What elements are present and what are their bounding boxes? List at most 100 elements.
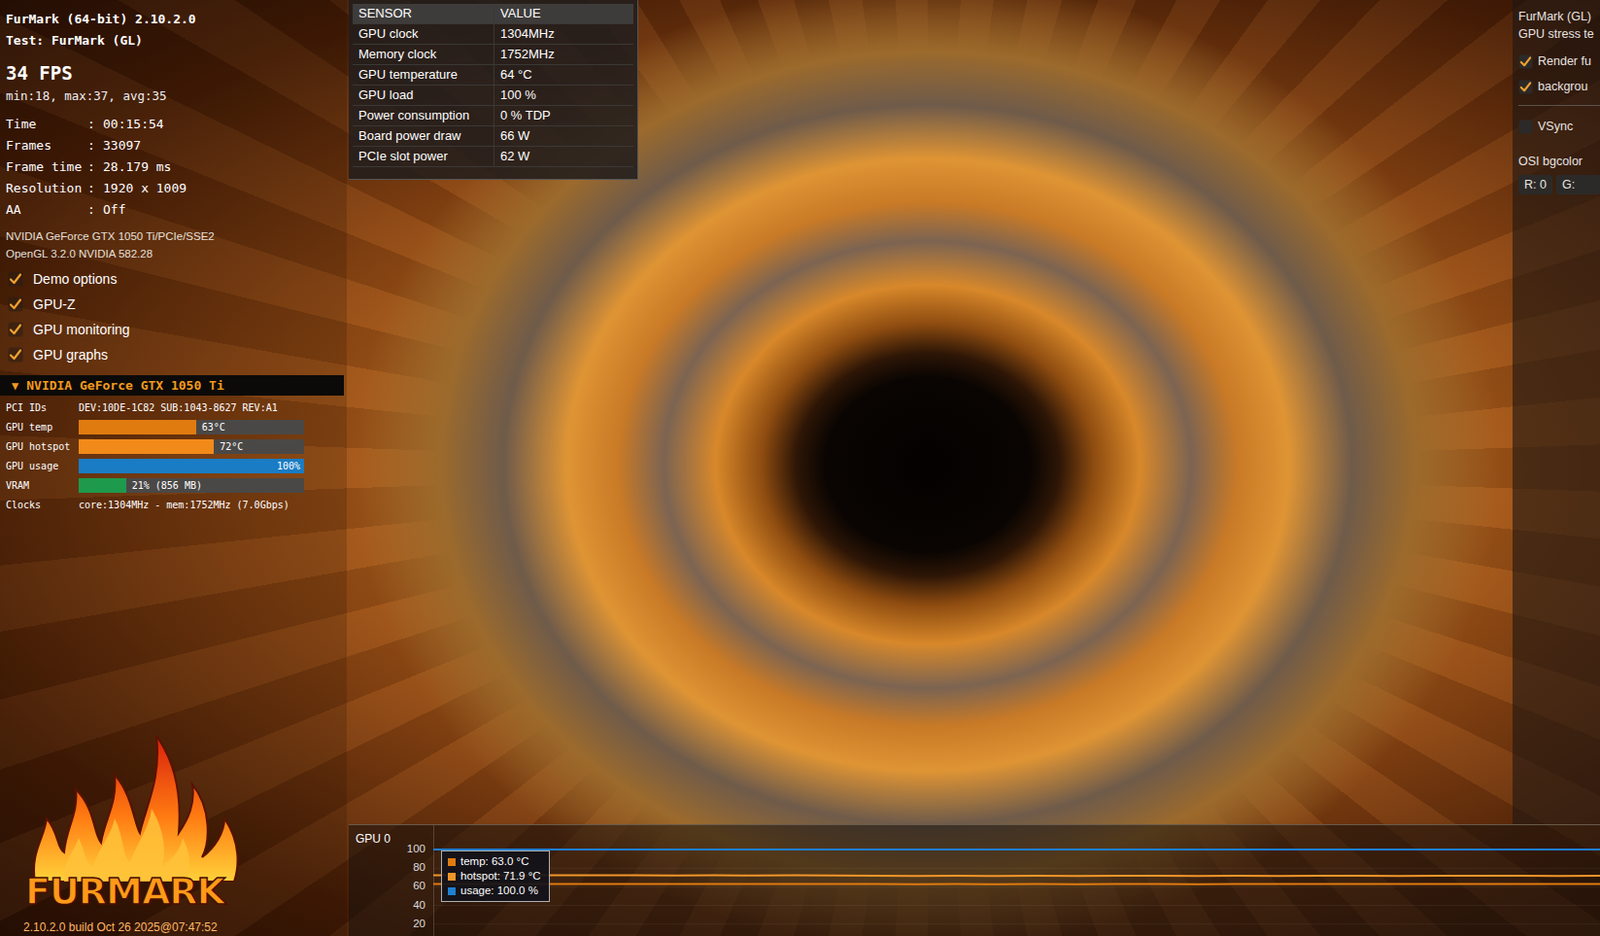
clocks-label: Clocks [5,499,79,511]
bgcolor-label: OSI bgcolor [1518,152,1600,171]
meter-label: VRAM [5,479,79,491]
column-header: VALUE [494,3,634,24]
fps-summary: min:18, max:37, avg:35 [5,86,347,106]
check-icon[interactable] [7,321,24,338]
axis-line [433,824,435,936]
meter-reading: 72°C [213,441,243,452]
tooltip-row: hotspot: 71.9 °C [447,868,542,884]
stats-list: Time:00:15:54Frames:33097Frame time:28.1… [5,113,347,221]
stat-label: Frames [5,135,88,157]
furmark-window: FurMark (64-bit) 2.10.2.0Test: FurMark (… [0,0,1600,936]
clocks-value: core:1304MHz - mem:1752MHz (7.0Gbps) [78,499,290,511]
grid-line [433,922,1600,924]
option-label: GPU-Z [33,296,76,312]
meter-label: GPU usage [5,460,79,472]
meter-track: 63°C [78,419,305,435]
panel-checkbox[interactable]: backgrou [1518,73,1600,100]
meter-reading: 63°C [196,421,226,433]
info-overlay: FurMark (64-bit) 2.10.2.0Test: FurMark (… [0,0,347,936]
stat-row: Time:00:15:54 [5,113,347,136]
gpu-panel-header[interactable]: ▼NVIDIA GeForce GTX 1050 Ti [0,374,344,396]
tooltip-row: usage: 100.0 % [447,883,542,898]
test-name: Test: FurMark (GL) [5,30,347,52]
grid-line [433,867,1600,869]
stat-value: 33097 [102,135,141,157]
series-line [433,873,1600,877]
column-header: SENSOR [352,3,495,24]
stat-value: 1920 x 1009 [102,177,187,200]
sensor-row: Power consumption0 % TDP [352,105,634,127]
option-checkbox[interactable]: GPU graphs [5,341,347,368]
check-icon[interactable] [1518,79,1533,95]
fps-counter: 34 FPS [5,59,347,87]
sensor-name: Memory clock [352,44,495,65]
panel-subtitle: GPU stress te [1518,25,1600,43]
stat-separator: : [87,156,103,178]
check-icon[interactable] [7,271,24,287]
expand-icon[interactable]: ▼ [11,378,19,393]
tooltip-text: hotspot: 71.9 °C [460,868,542,884]
sensor-row: PCIe slot power62 W [352,146,634,168]
graph-lines [433,824,1600,936]
stat-label: Time [5,113,88,136]
settings-panel: FurMark (GL)GPU stress te Render fu backgr… [1512,0,1600,824]
option-checkbox[interactable]: Demo options [5,266,347,292]
sensor-row: GPU temperature64 °C [352,65,634,86]
meter-track: 21% (856 MB) [78,477,305,493]
pci-value: DEV:10DE-1C82 SUB:1043-8627 REV:A1 [78,402,278,413]
graph-tooltip: temp: 63.0 °Chotspot: 71.9 °Cusage: 100.… [441,850,550,902]
option-label: Demo options [33,271,117,287]
check-icon[interactable] [7,346,24,363]
axis-ticks: 10080604020 [398,824,434,936]
build-info: 2.10.2.0 build Oct 26 2025@07:47:52 [23,918,218,936]
meter-fill [78,439,214,454]
gpu-info-line: NVIDIA GeForce GTX 1050 Ti/PCIe/SSE2 [5,227,347,245]
axis-tick: 40 [398,895,426,915]
tooltip-text: temp: 63.0 °C [460,853,529,869]
grid-line [433,904,1600,906]
sensor-row: GPU load100 % [352,85,634,106]
gpu-info: NVIDIA GeForce GTX 1050 Ti/PCIe/SSE2Open… [5,227,347,263]
stat-separator: : [87,199,103,221]
check-icon[interactable] [7,296,24,312]
check-icon[interactable] [1518,54,1533,69]
meter-track: 100% [78,458,305,474]
axis-tick: 60 [398,876,426,895]
option-checkbox[interactable]: GPU-Z [5,291,347,317]
panel-checkbox[interactable]: VSync [1518,104,1600,139]
option-label: GPU monitoring [33,321,131,338]
sensor-row: GPU clock1304MHz [352,24,634,45]
meter-label: GPU temp [5,421,79,433]
sensor-value: 100 % [494,85,634,105]
graph-title: GPU 0 [348,824,399,936]
color-field[interactable]: R: 0 [1518,174,1553,195]
stat-value: Off [102,199,126,221]
axis-tick: 80 [398,857,426,877]
legend-swatch [447,857,456,866]
flames-icon [25,735,249,882]
tooltip-text: usage: 100.0 % [460,883,539,898]
option-checkbox[interactable]: GPU monitoring [5,316,347,342]
sensor-value: 62 W [494,146,634,167]
color-field[interactable]: G: [1556,174,1600,195]
meter-row: GPU temp 63°C [5,416,347,437]
furmark-logo: FURMARK 2.10.2.0 build Oct 26 2025@07:47:… [5,735,347,936]
bgcolor-fields: R: 0G: [1518,174,1600,195]
gpu-panel: PCI IDsDEV:10DE-1C82 SUB:1043-8627 REV:A… [5,395,347,514]
meter-row: GPU usage100% [5,455,347,476]
stat-row: Frames:33097 [5,135,347,157]
logo-text: FURMARK [25,869,225,913]
tooltip-row: temp: 63.0 °C [447,853,542,869]
stat-row: Frame time:28.179 ms [5,156,347,178]
panel-title: FurMark (GL) [1518,7,1600,26]
sensor-name: GPU temperature [352,65,495,85]
meter-row: VRAM21% (856 MB) [5,475,347,495]
sensor-value: 0 % TDP [494,105,634,126]
app-title: FurMark (64-bit) 2.10.2.0 [5,8,347,31]
axis-tick: 100 [398,839,426,858]
meter-row: GPU hotspot72°C [5,436,347,456]
panel-checkbox[interactable]: Render fu [1518,48,1600,74]
checkbox-label: backgrou [1537,79,1588,94]
check-icon[interactable] [1518,119,1533,135]
graph-axis: GPU 010080604020 [348,824,434,936]
